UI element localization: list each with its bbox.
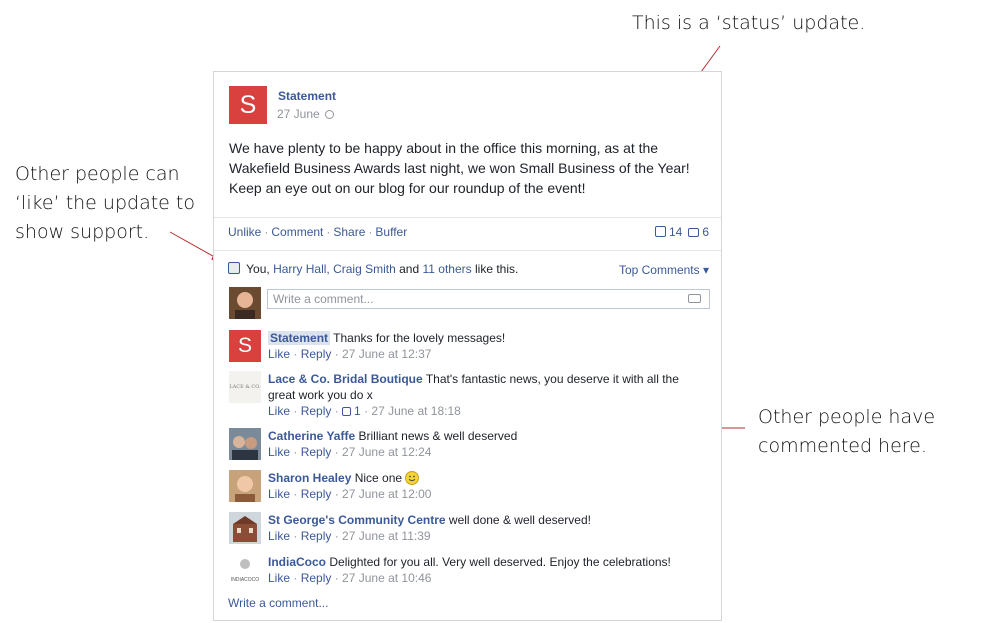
likes-you: You,: [246, 262, 270, 276]
comment-reply-link[interactable]: Reply: [301, 404, 332, 418]
comment-author-link[interactable]: Sharon Healey: [268, 471, 351, 485]
comment-text: Brilliant news & well deserved: [358, 429, 518, 443]
buffer-link[interactable]: Buffer: [375, 225, 407, 239]
globe-icon: [324, 110, 334, 119]
commenter-avatar[interactable]: S: [229, 330, 261, 362]
divider: [214, 250, 721, 251]
comment-author-link[interactable]: St George's Community Centre: [268, 513, 446, 527]
comment-meta: Like · Reply · 27 June at 12:24: [268, 445, 432, 459]
comment-bubble-icon: [688, 228, 700, 237]
comment-input[interactable]: Write a comment...: [267, 289, 710, 309]
divider: [214, 217, 721, 218]
likes-and: and: [399, 262, 420, 276]
avatar-label: INDIACOCO: [230, 577, 260, 583]
comment-like-link[interactable]: Like: [268, 347, 290, 361]
comment-author-link[interactable]: Catherine Yaffe: [268, 429, 355, 443]
comment-text: Nice one: [354, 471, 403, 485]
likes-others-link[interactable]: 11 others: [422, 262, 471, 276]
likes-summary: You, Harry Hall, Craig Smith and 11 othe…: [228, 262, 518, 276]
comment-meta: Like · Reply · 27 June at 12:37: [268, 347, 432, 361]
page-avatar[interactable]: S: [229, 86, 267, 124]
comment-text: well done & well deserved!: [448, 513, 591, 527]
share-link[interactable]: Share: [333, 225, 365, 239]
comment-author-link[interactable]: IndiaCoco: [268, 555, 326, 569]
camera-icon[interactable]: [688, 294, 701, 303]
comment-time[interactable]: 27 June at 11:39: [342, 529, 431, 543]
comment-time[interactable]: 27 June at 12:37: [342, 347, 431, 361]
comment-input-placeholder: Write a comment...: [273, 292, 374, 306]
annotation-like-line: ‘like’ the update to: [15, 192, 195, 214]
top-comments-dropdown[interactable]: Top Comments ▾: [619, 263, 709, 277]
comment-meta: Like · Reply · 1 · 27 June at 18:18: [268, 404, 461, 418]
comment-text: Delighted for you all. Very well deserve…: [329, 555, 671, 569]
comment-time[interactable]: 27 June at 10:46: [342, 571, 431, 585]
comment-reply-link[interactable]: Reply: [301, 347, 332, 361]
commenter-avatar[interactable]: [229, 512, 261, 544]
comment-author-link[interactable]: Lace & Co. Bridal Boutique: [268, 372, 423, 386]
comment-reply-link[interactable]: Reply: [301, 487, 332, 501]
annotation-status: This is a ‘status’ update.: [632, 12, 866, 34]
post-date[interactable]: 27 June: [277, 107, 334, 121]
comment-like-count[interactable]: 1: [354, 404, 361, 418]
unlike-link[interactable]: Unlike: [228, 225, 261, 239]
comment-reply-link[interactable]: Reply: [301, 571, 332, 585]
commenter-avatar[interactable]: [229, 428, 261, 460]
commenter-avatar[interactable]: INDIACOCO: [229, 554, 261, 586]
thumbs-up-icon: [228, 262, 240, 274]
commenter-avatar[interactable]: LACE & CO.: [229, 371, 261, 403]
annotation-like-line: Other people can: [15, 163, 180, 185]
post-text: We have plenty to be happy about in the …: [229, 140, 690, 196]
comment-like-link[interactable]: Like: [268, 404, 290, 418]
annotation-like: Other people can ‘like’ the update to sh…: [15, 160, 215, 247]
user-photo: [229, 287, 261, 319]
comment-author-link[interactable]: Statement: [268, 331, 331, 345]
smiley-icon: [405, 471, 420, 485]
annotation-comments: Other people have commented here.: [758, 403, 978, 461]
comment-time[interactable]: 27 June at 12:24: [342, 445, 431, 459]
likes-names-link[interactable]: Harry Hall, Craig Smith: [273, 262, 396, 276]
comment-text: Thanks for the lovely messages!: [333, 331, 506, 345]
annotation-like-line: show support.: [15, 221, 150, 243]
comment-like-link[interactable]: Like: [268, 445, 290, 459]
post-actions: Unlike · Comment · Share · Buffer: [228, 225, 408, 239]
post-counts: 14 6: [654, 225, 709, 239]
comment-reply-link[interactable]: Reply: [301, 529, 332, 543]
comment-count[interactable]: 6: [702, 225, 709, 239]
comment-like-link[interactable]: Like: [268, 529, 290, 543]
annotation-comments-line: commented here.: [758, 435, 927, 457]
like-count[interactable]: 14: [669, 225, 682, 239]
comment-meta: Like · Reply · 27 June at 12:00: [268, 487, 432, 501]
comment-time[interactable]: 27 June at 12:00: [342, 487, 431, 501]
comment-meta: Like · Reply · 27 June at 10:46: [268, 571, 432, 585]
comment-like-link[interactable]: Like: [268, 487, 290, 501]
comment-time[interactable]: 27 June at 18:18: [371, 404, 460, 418]
comment-like-link[interactable]: Like: [268, 571, 290, 585]
thumbs-up-icon: [342, 407, 352, 416]
comment-meta: Like · Reply · 27 June at 11:39: [268, 529, 431, 543]
post-date-text: 27 June: [277, 107, 320, 121]
annotation-comments-line: Other people have: [758, 406, 936, 428]
comment-link[interactable]: Comment: [271, 225, 323, 239]
current-user-avatar: [229, 287, 261, 319]
post-author-link[interactable]: Statement: [278, 89, 336, 103]
write-comment-link[interactable]: Write a comment...: [228, 596, 328, 610]
likes-suffix: like this.: [474, 262, 519, 276]
commenter-avatar[interactable]: [229, 470, 261, 502]
post-card: S Statement 27 June We have plenty to be…: [213, 71, 722, 621]
thumbs-up-icon: [654, 226, 666, 237]
comment-reply-link[interactable]: Reply: [301, 445, 332, 459]
